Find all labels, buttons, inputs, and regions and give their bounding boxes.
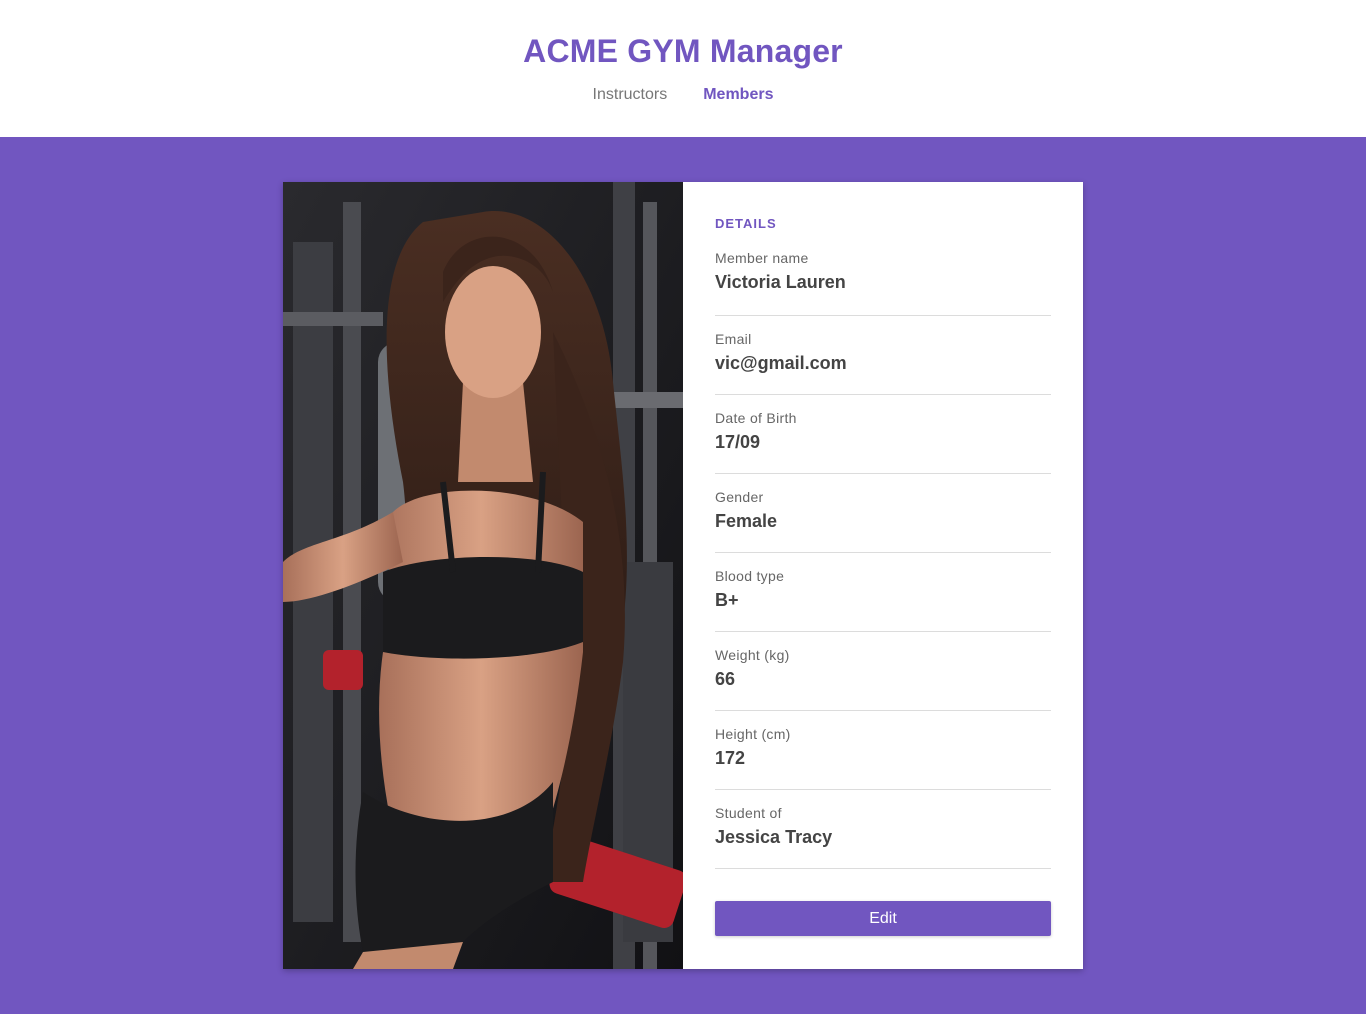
field-label: Gender (715, 489, 764, 505)
nav-link-members[interactable]: Members (703, 85, 773, 105)
details-section-title: DETAILS (715, 216, 777, 231)
field-date-of-birth: Date of Birth 17/09 (715, 395, 1051, 474)
field-value: 66 (715, 669, 736, 689)
field-label: Email (715, 331, 752, 347)
field-label: Blood type (715, 568, 785, 584)
field-student-of: Student of Jessica Tracy (715, 790, 1051, 869)
field-value: Female (715, 511, 778, 531)
member-card: DETAILS Member name Victoria Lauren Emai… (283, 182, 1083, 969)
field-email: Email vic@gmail.com (715, 316, 1051, 395)
field-value: B+ (715, 590, 739, 610)
field-value: vic@gmail.com (715, 353, 847, 373)
nav-link-instructors[interactable]: Instructors (593, 85, 668, 105)
field-label: Weight (kg) (715, 647, 790, 663)
field-height: Height (cm) 172 (715, 711, 1051, 790)
main-content: DETAILS Member name Victoria Lauren Emai… (0, 137, 1366, 1014)
field-gender: Gender Female (715, 474, 1051, 553)
field-weight: Weight (kg) 66 (715, 632, 1051, 711)
app-header: ACME GYM Manager Instructors Members (0, 0, 1366, 137)
field-label: Student of (715, 805, 782, 821)
main-nav: Instructors Members (0, 85, 1366, 105)
field-value: 17/09 (715, 432, 761, 452)
field-value: 172 (715, 748, 746, 768)
member-details: DETAILS Member name Victoria Lauren Emai… (683, 182, 1083, 969)
field-member-name: Member name Victoria Lauren (715, 249, 1051, 316)
field-value: Jessica Tracy (715, 827, 833, 847)
field-value: Victoria Lauren (715, 272, 846, 292)
field-label: Height (cm) (715, 726, 791, 742)
field-label: Date of Birth (715, 410, 797, 426)
app-title: ACME GYM Manager (523, 33, 843, 69)
field-blood-type: Blood type B+ (715, 553, 1051, 632)
member-photo (283, 182, 683, 969)
edit-button[interactable]: Edit (715, 901, 1051, 936)
field-label: Member name (715, 250, 809, 266)
